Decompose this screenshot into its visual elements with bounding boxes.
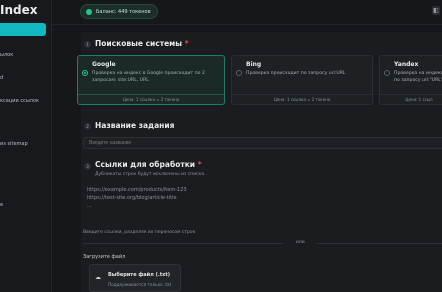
engine-name: Google <box>92 61 116 68</box>
section-title-text: Ссылки для обработки <box>95 160 196 169</box>
links-textarea[interactable]: https://example.com/products/item-123 ht… <box>87 186 442 226</box>
engine-card-yandex[interactable]: Yandex Проверка на индекс в Я по запросу… <box>379 55 442 105</box>
engine-description: Проверка на индекс в Google происходит п… <box>92 71 205 83</box>
engine-price: Цена: 1 ссыл <box>380 94 442 104</box>
divider <box>316 243 442 244</box>
section-title-links: Ссылки для обработки * <box>95 160 202 169</box>
or-label: или <box>296 240 305 245</box>
required-mark: * <box>184 39 189 48</box>
placeholder-line: https://test-site.org/blog/article-title <box>87 195 177 201</box>
upload-file-button[interactable]: ☁ Выберите файл (.txt) Поддерживается то… <box>89 264 181 292</box>
sidebar-item-links[interactable]: ылок <box>0 52 13 58</box>
step-number: 1 <box>84 41 91 48</box>
task-form: 1 Поисковые системы * Google Проверка на… <box>77 32 442 292</box>
engine-card-bing[interactable]: Bing Проверка происходит по запросу url:… <box>231 55 373 105</box>
main-content: 1 Поисковые системы * Google Проверка на… <box>73 25 442 292</box>
radio-icon[interactable] <box>236 70 242 76</box>
upload-label: Загрузите файл <box>83 254 126 260</box>
divider <box>83 243 283 244</box>
brand-logo: Index <box>0 3 38 17</box>
engine-name: Yandex <box>394 61 419 68</box>
sidebar-item-sitemap[interactable]: из sitemap <box>0 141 28 147</box>
section-title-task-name: Название задания <box>95 121 175 130</box>
radio-icon[interactable] <box>82 70 88 76</box>
links-hint: Введите ссылки, разделяя их переносом ст… <box>83 230 196 235</box>
top-bar: Баланс: 449 токенов ◧ <box>53 0 442 25</box>
links-subtitle: Дубликаты строк будут исключены из списк… <box>95 172 206 177</box>
balance-text: Баланс: 449 токенов <box>96 8 151 15</box>
sidebar-item-fixation[interactable]: ксации ссылок <box>0 98 39 104</box>
sidebar: Index ылок d ксации ссылок из sitemap e <box>0 0 52 292</box>
upload-icon: ☁ <box>95 274 101 281</box>
upload-button-sub: Поддерживается только .txt <box>108 282 172 287</box>
sidebar-item-e[interactable]: e <box>0 202 3 208</box>
token-icon <box>86 8 92 15</box>
engine-card-google[interactable]: Google Проверка на индекс в Google проис… <box>77 55 225 105</box>
required-mark: * <box>197 160 202 169</box>
engine-price: Цена: 1 ссылка = 2 токена <box>78 94 224 104</box>
section-title-search-engines: Поисковые системы * <box>95 39 189 48</box>
section-title-text: Поисковые системы <box>95 39 183 48</box>
user-icon[interactable]: ◧ <box>432 6 440 15</box>
radio-icon[interactable] <box>384 70 390 76</box>
engine-description: Проверка на индекс в Я по запросу url:"U… <box>394 71 442 83</box>
placeholder-line: https://example.com/products/item-123 <box>87 187 187 193</box>
placeholder-line: ... <box>87 203 92 209</box>
balance-badge[interactable]: Баланс: 449 токенов <box>80 4 158 19</box>
upload-button-label: Выберите файл (.txt) <box>108 272 171 278</box>
sidebar-item-d[interactable]: d <box>0 75 3 81</box>
step-number: 3 <box>84 163 91 170</box>
engine-description: Проверка происходит по запросу url:URL <box>246 71 346 76</box>
engine-name: Bing <box>246 61 262 68</box>
engine-price: Цена: 1 ссылка = 2 токена <box>232 94 372 104</box>
step-number: 2 <box>84 123 91 130</box>
sidebar-item-active[interactable] <box>0 23 46 36</box>
task-name-input[interactable] <box>83 137 442 149</box>
